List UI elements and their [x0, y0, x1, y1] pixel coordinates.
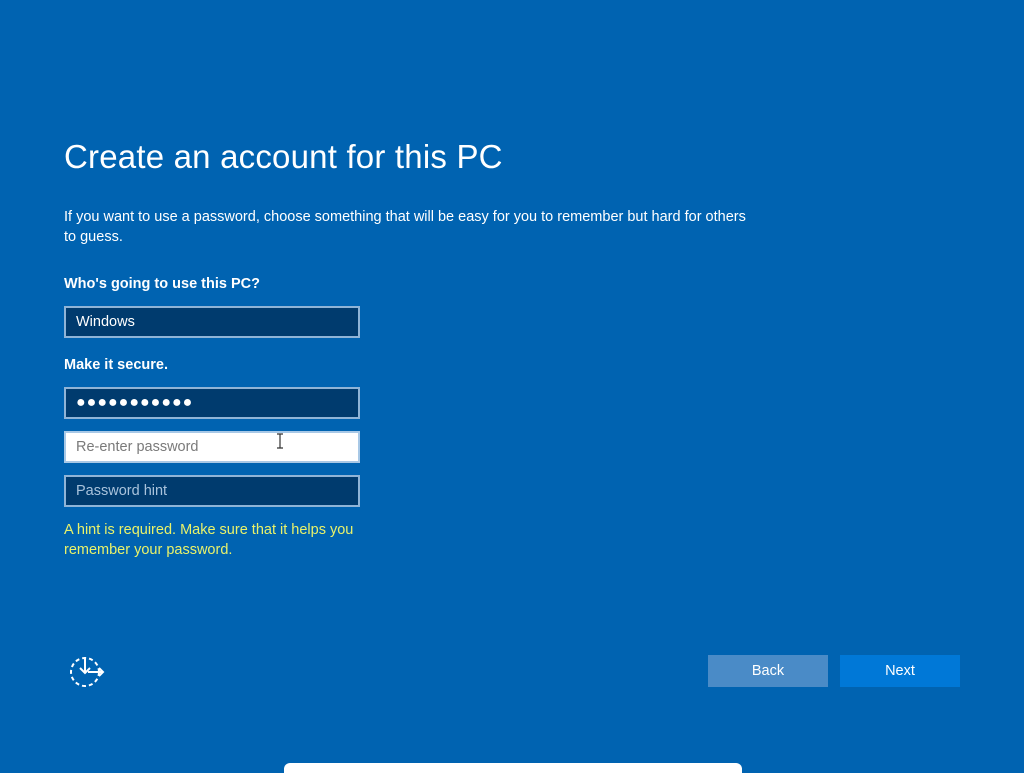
back-button[interactable]: Back	[708, 655, 828, 687]
hint-error-message: A hint is required. Make sure that it he…	[64, 522, 354, 558]
page-description: If you want to use a password, choose so…	[64, 209, 746, 245]
user-label: Who's going to use this PC?	[64, 276, 260, 292]
username-input[interactable]	[64, 306, 360, 338]
password-hint-input[interactable]	[64, 475, 360, 507]
reenter-password-input[interactable]	[64, 431, 360, 463]
secure-label: Make it secure.	[64, 357, 168, 373]
next-button[interactable]: Next	[840, 655, 960, 687]
text-cursor-icon	[277, 433, 283, 449]
page-title: Create an account for this PC	[64, 138, 503, 175]
ease-of-access-icon[interactable]	[68, 654, 106, 688]
bottom-panel-edge	[284, 763, 742, 773]
password-input[interactable]	[64, 387, 360, 419]
